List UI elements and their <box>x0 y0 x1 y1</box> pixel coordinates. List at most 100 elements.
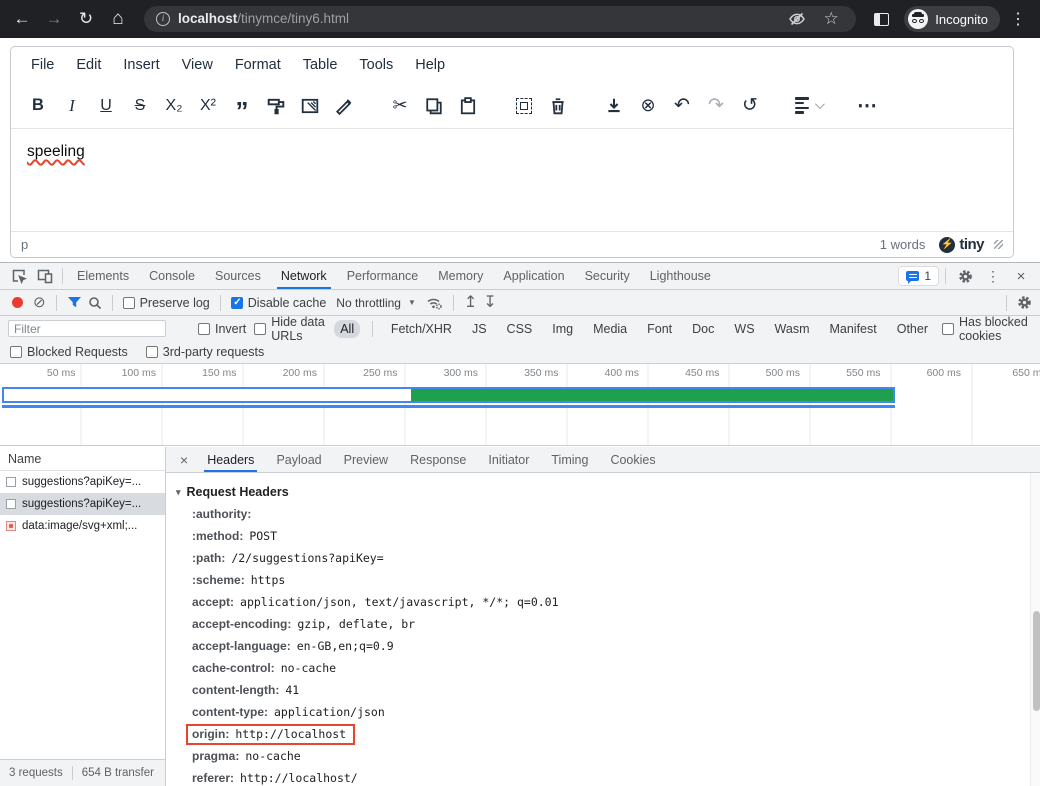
align-dropdown-button[interactable] <box>791 91 826 121</box>
delete-icon[interactable] <box>543 91 573 121</box>
back-icon[interactable]: ← <box>8 5 36 33</box>
word-count[interactable]: 1 words <box>880 237 926 252</box>
preserve-log-toggle[interactable]: Preserve log <box>123 296 210 310</box>
more-toolbar-icon[interactable]: ⋯ <box>852 91 882 121</box>
editor-content-area[interactable]: speeling <box>11 129 1013 231</box>
scrollbar-thumb[interactable] <box>1033 611 1040 711</box>
copy-icon[interactable] <box>419 91 449 121</box>
tab-application[interactable]: Application <box>493 263 574 289</box>
element-path[interactable]: p <box>21 237 880 252</box>
side-panel-icon[interactable] <box>868 6 894 32</box>
tab-lighthouse[interactable]: Lighthouse <box>640 263 721 289</box>
menu-help[interactable]: Help <box>404 52 456 78</box>
third-party-checkbox[interactable] <box>146 346 158 358</box>
filter-type-img[interactable]: Img <box>546 320 579 338</box>
filter-type-manifest[interactable]: Manifest <box>823 320 882 338</box>
tab-security[interactable]: Security <box>575 263 640 289</box>
format-painter-icon[interactable] <box>261 91 291 121</box>
filter-type-css[interactable]: CSS <box>501 320 539 338</box>
restore-draft-icon[interactable]: ↺ <box>735 91 765 121</box>
filter-funnel-icon[interactable] <box>67 296 82 309</box>
resize-grip[interactable] <box>994 240 1003 249</box>
misspelled-word[interactable]: speeling <box>27 143 85 160</box>
record-icon[interactable] <box>12 297 23 308</box>
blocked-requests-toggle[interactable]: Blocked Requests <box>10 345 128 359</box>
tab-cookies[interactable]: Cookies <box>599 447 666 472</box>
incognito-badge[interactable]: Incognito <box>904 6 1000 32</box>
subscript-button[interactable]: X₂ <box>159 91 189 121</box>
has-blocked-cookies-toggle[interactable]: Has blocked cookies <box>942 315 1032 343</box>
tab-memory[interactable]: Memory <box>428 263 493 289</box>
select-all-icon[interactable] <box>509 91 539 121</box>
settings-gear-icon[interactable] <box>952 266 978 286</box>
browser-menu-icon[interactable]: ⋮ <box>1004 5 1032 33</box>
preserve-log-checkbox[interactable] <box>123 297 135 309</box>
fill-image-icon[interactable] <box>295 91 325 121</box>
forward-icon[interactable]: → <box>40 5 68 33</box>
import-har-icon[interactable]: ↥ <box>464 295 477 311</box>
menu-edit[interactable]: Edit <box>65 52 112 78</box>
save-icon[interactable] <box>599 91 629 121</box>
disable-cache-checkbox[interactable] <box>231 297 243 309</box>
brush-icon[interactable] <box>329 91 359 121</box>
devtools-close-icon[interactable]: × <box>1008 266 1034 286</box>
menu-table[interactable]: Table <box>292 52 349 78</box>
password-hidden-eye-icon[interactable] <box>784 6 810 32</box>
cut-icon[interactable]: ✂ <box>385 91 415 121</box>
menu-format[interactable]: Format <box>224 52 292 78</box>
tab-timing[interactable]: Timing <box>540 447 599 472</box>
site-info-icon[interactable]: i <box>156 12 170 26</box>
cancel-icon[interactable]: ⊗ <box>633 91 663 121</box>
filter-type-font[interactable]: Font <box>641 320 678 338</box>
tab-initiator[interactable]: Initiator <box>477 447 540 472</box>
request-row-selected[interactable]: suggestions?apiKey=... <box>0 493 165 515</box>
filter-type-js[interactable]: JS <box>466 320 493 338</box>
filter-type-media[interactable]: Media <box>587 320 633 338</box>
close-details-icon[interactable]: × <box>172 452 196 468</box>
menu-view[interactable]: View <box>171 52 224 78</box>
inspect-element-icon[interactable] <box>6 266 32 286</box>
address-bar[interactable]: i localhost/tinymce/tiny6.html ☆ <box>144 6 856 32</box>
export-har-icon[interactable]: ↧ <box>483 295 496 311</box>
clear-icon[interactable]: ⊘ <box>33 295 46 310</box>
strikethrough-button[interactable]: S <box>125 91 155 121</box>
underline-button[interactable]: U <box>91 91 121 121</box>
tab-network[interactable]: Network <box>271 263 337 289</box>
disable-cache-toggle[interactable]: Disable cache <box>231 296 327 310</box>
tab-elements[interactable]: Elements <box>67 263 139 289</box>
menu-file[interactable]: File <box>20 52 65 78</box>
hide-data-urls-toggle[interactable]: Hide data URLs <box>254 315 326 343</box>
throttling-select[interactable]: No throttling ▼ <box>332 296 420 310</box>
request-row[interactable]: suggestions?apiKey=... <box>0 471 165 493</box>
filter-input[interactable] <box>8 320 166 337</box>
tab-response[interactable]: Response <box>399 447 477 472</box>
tab-payload[interactable]: Payload <box>265 447 332 472</box>
search-icon[interactable] <box>88 296 102 310</box>
filter-type-fetch-xhr[interactable]: Fetch/XHR <box>385 320 458 338</box>
paste-icon[interactable] <box>453 91 483 121</box>
tiny-brand[interactable]: ⚡ tiny <box>939 236 984 253</box>
italic-button[interactable]: I <box>57 91 87 121</box>
bookmark-star-icon[interactable]: ☆ <box>818 6 844 32</box>
superscript-button[interactable]: X² <box>193 91 223 121</box>
menu-tools[interactable]: Tools <box>348 52 404 78</box>
filter-type-doc[interactable]: Doc <box>686 320 720 338</box>
blocked-requests-checkbox[interactable] <box>10 346 22 358</box>
bold-button[interactable]: B <box>23 91 53 121</box>
invert-checkbox[interactable] <box>198 323 210 335</box>
tab-sources[interactable]: Sources <box>205 263 271 289</box>
filter-type-other[interactable]: Other <box>891 320 934 338</box>
tab-headers[interactable]: Headers <box>196 447 265 472</box>
tab-console[interactable]: Console <box>139 263 205 289</box>
redo-icon[interactable]: ↷ <box>701 91 731 121</box>
filter-type-ws[interactable]: WS <box>728 320 760 338</box>
name-column-header[interactable]: Name <box>0 447 165 471</box>
tab-performance[interactable]: Performance <box>337 263 429 289</box>
has-blocked-cookies-checkbox[interactable] <box>942 323 954 335</box>
invert-toggle[interactable]: Invert <box>198 322 246 336</box>
reload-icon[interactable]: ↻ <box>72 5 100 33</box>
filter-type-all[interactable]: All <box>334 320 360 338</box>
hide-data-urls-checkbox[interactable] <box>254 323 266 335</box>
home-icon[interactable]: ⌂ <box>104 5 132 33</box>
scrollbar[interactable] <box>1030 473 1040 786</box>
